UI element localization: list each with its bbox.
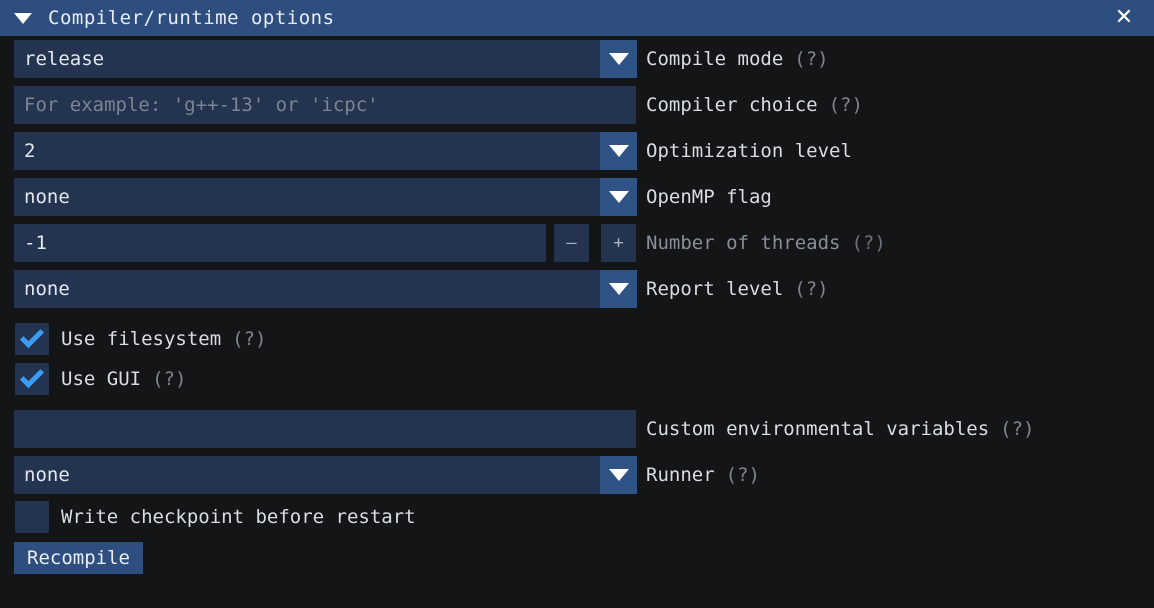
options-form: release Compile mode (?) For example: 'g… xyxy=(0,36,1154,582)
chevron-down-icon xyxy=(608,53,629,65)
use-gui-label: Use GUI (?) xyxy=(61,363,186,395)
openmp-flag-select[interactable]: none xyxy=(14,178,612,216)
compile-mode-label: Compile mode (?) xyxy=(646,40,829,78)
chevron-down-icon xyxy=(608,145,629,157)
openmp-flag-label-text: OpenMP flag xyxy=(646,186,772,208)
recompile-button[interactable]: Recompile xyxy=(14,542,143,574)
optimization-level-select[interactable]: 2 xyxy=(14,132,612,170)
row-optimization-level: 2 Optimization level xyxy=(0,128,1154,174)
chevron-down-icon xyxy=(608,283,629,295)
openmp-flag-dropdown-arrow[interactable] xyxy=(600,178,637,216)
number-of-threads-increment-button[interactable]: + xyxy=(601,224,636,262)
compiler-choice-label: Compiler choice (?) xyxy=(646,86,863,124)
row-write-checkpoint: Write checkpoint before restart xyxy=(0,498,1154,538)
compiler-choice-label-text: Compiler choice xyxy=(646,94,818,116)
write-checkpoint-label: Write checkpoint before restart xyxy=(61,501,416,533)
number-of-threads-help-icon[interactable]: (?) xyxy=(851,232,885,254)
custom-env-vars-input[interactable] xyxy=(14,410,636,448)
custom-env-vars-label: Custom environmental variables (?) xyxy=(646,410,1035,448)
number-of-threads-label: Number of threads (?) xyxy=(646,224,886,262)
row-use-gui: Use GUI (?) xyxy=(0,360,1154,400)
number-of-threads-decrement-button[interactable]: – xyxy=(554,224,589,262)
use-filesystem-checkbox[interactable] xyxy=(15,323,49,355)
use-gui-help-icon[interactable]: (?) xyxy=(152,368,186,390)
chevron-down-icon xyxy=(608,469,629,481)
compiler-runtime-options-panel: Compiler/runtime options ✕ release Compi… xyxy=(0,0,1154,608)
check-icon xyxy=(19,364,45,389)
row-compiler-choice: For example: 'g++-13' or 'icpc' Compiler… xyxy=(0,82,1154,128)
runner-dropdown-arrow[interactable] xyxy=(600,456,637,494)
row-actions: Recompile xyxy=(0,538,1154,582)
row-number-of-threads: -1 – + Number of threads (?) xyxy=(0,220,1154,266)
use-gui-checkbox[interactable] xyxy=(15,363,49,395)
panel-titlebar: Compiler/runtime options ✕ xyxy=(0,0,1154,36)
optimization-level-label-text: Optimization level xyxy=(646,140,852,162)
row-runner: none Runner (?) xyxy=(0,452,1154,498)
runner-label-text: Runner xyxy=(646,464,715,486)
runner-select[interactable]: none xyxy=(14,456,612,494)
report-level-dropdown-arrow[interactable] xyxy=(600,270,637,308)
number-of-threads-label-text: Number of threads xyxy=(646,232,841,254)
optimization-level-label: Optimization level xyxy=(646,132,852,170)
compiler-choice-input[interactable]: For example: 'g++-13' or 'icpc' xyxy=(14,86,636,124)
compile-mode-select[interactable]: release xyxy=(14,40,612,78)
row-openmp-flag: none OpenMP flag xyxy=(0,174,1154,220)
runner-help-icon[interactable]: (?) xyxy=(726,464,760,486)
compiler-choice-help-icon[interactable]: (?) xyxy=(829,94,863,116)
row-report-level: none Report level (?) xyxy=(0,266,1154,312)
write-checkpoint-checkbox[interactable] xyxy=(15,501,49,533)
openmp-flag-label: OpenMP flag xyxy=(646,178,772,216)
report-level-help-icon[interactable]: (?) xyxy=(794,278,828,300)
use-filesystem-label-text: Use filesystem xyxy=(61,328,222,350)
number-of-threads-input[interactable]: -1 xyxy=(14,224,546,262)
optimization-level-dropdown-arrow[interactable] xyxy=(600,132,637,170)
triangle-down-icon[interactable] xyxy=(14,12,32,24)
runner-label: Runner (?) xyxy=(646,456,760,494)
report-level-select[interactable]: none xyxy=(14,270,612,308)
custom-env-vars-help-icon[interactable]: (?) xyxy=(1000,418,1034,440)
write-checkpoint-label-text: Write checkpoint before restart xyxy=(61,506,416,528)
report-level-label: Report level (?) xyxy=(646,270,829,308)
compile-mode-dropdown-arrow[interactable] xyxy=(600,40,637,78)
check-icon xyxy=(19,324,45,349)
panel-title: Compiler/runtime options xyxy=(48,7,335,29)
use-filesystem-help-icon[interactable]: (?) xyxy=(232,328,266,350)
custom-env-vars-label-text: Custom environmental variables xyxy=(646,418,990,440)
row-use-filesystem: Use filesystem (?) xyxy=(0,320,1154,360)
close-icon[interactable]: ✕ xyxy=(1106,0,1142,36)
use-gui-label-text: Use GUI xyxy=(61,368,142,390)
compile-mode-label-text: Compile mode xyxy=(646,48,784,70)
chevron-down-icon xyxy=(608,191,629,203)
row-compile-mode: release Compile mode (?) xyxy=(0,36,1154,82)
row-custom-env-vars: Custom environmental variables (?) xyxy=(0,406,1154,452)
report-level-label-text: Report level xyxy=(646,278,784,300)
use-filesystem-label: Use filesystem (?) xyxy=(61,323,266,355)
compile-mode-help-icon[interactable]: (?) xyxy=(794,48,828,70)
